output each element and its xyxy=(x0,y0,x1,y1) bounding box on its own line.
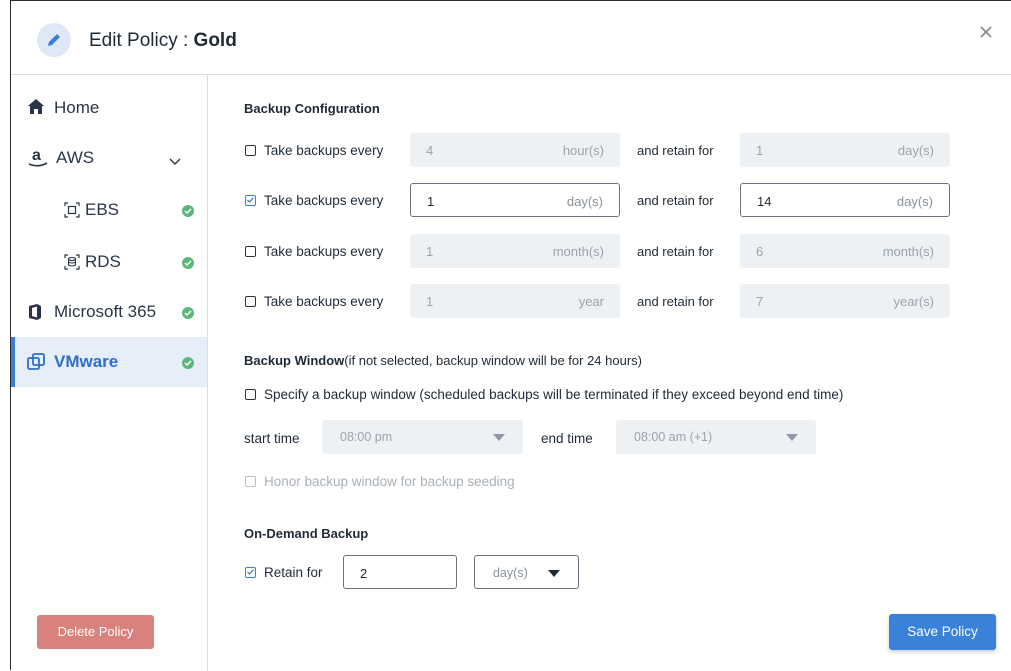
start-time-select[interactable]: 08:00 pm xyxy=(322,420,523,454)
sidebar-item-home[interactable]: Home xyxy=(11,83,207,133)
take-backups-label: Take backups every xyxy=(264,294,384,309)
check-circle-icon xyxy=(182,357,194,369)
policy-name: Gold xyxy=(193,30,237,51)
retain-for-label: Retain for xyxy=(264,565,323,580)
retain-label: and retain for xyxy=(637,193,714,208)
input-value: 6 xyxy=(756,244,764,259)
input-value: 14 xyxy=(757,194,772,209)
backup-yearly-checkbox[interactable] xyxy=(245,296,256,307)
take-backups-label: Take backups every xyxy=(264,143,384,158)
retain-label: and retain for xyxy=(637,294,714,309)
specify-window-checkbox[interactable] xyxy=(245,389,256,400)
caret-down-icon xyxy=(786,434,798,441)
on-demand-unit-select[interactable]: day(s) xyxy=(474,555,579,589)
input-unit: month(s) xyxy=(882,244,934,259)
honor-window-label: Honor backup window for backup seeding xyxy=(264,474,515,489)
backup-yearly-every-input[interactable]: 1 year xyxy=(410,284,620,318)
input-unit: year(s) xyxy=(893,294,934,309)
on-demand-backup-title: On-Demand Backup xyxy=(244,526,369,541)
sidebar-item-label: Home xyxy=(54,98,100,117)
input-value: 1 xyxy=(426,244,434,259)
ebs-volume-icon xyxy=(63,201,81,224)
backup-hourly-every-input[interactable]: 4 hour(s) xyxy=(410,133,620,167)
input-value: 7 xyxy=(756,294,764,309)
input-value: 1 xyxy=(427,194,435,209)
end-time-label: end time xyxy=(541,431,593,446)
retain-label: and retain for xyxy=(637,244,714,259)
office-logo-icon xyxy=(27,303,43,326)
input-value: 4 xyxy=(426,143,434,158)
take-backups-label: Take backups every xyxy=(264,193,384,208)
backup-hourly-retain-input[interactable]: 1 day(s) xyxy=(740,133,950,167)
dialog-title: Edit Policy : Gold xyxy=(89,30,237,52)
backup-configuration-title: Backup Configuration xyxy=(244,101,380,116)
select-value: 08:00 am (+1) xyxy=(634,430,713,444)
backup-daily-every-input[interactable]: 1 day(s) xyxy=(410,183,620,217)
input-unit: day(s) xyxy=(897,143,934,158)
title-prefix: Edit Policy : xyxy=(89,30,194,51)
vmware-icon xyxy=(27,353,45,376)
caret-down-icon xyxy=(493,434,505,441)
backup-monthly-retain-input[interactable]: 6 month(s) xyxy=(740,234,950,268)
sidebar-item-vmware[interactable]: VMware xyxy=(11,337,207,387)
backup-window-title: Backup Window(if not selected, backup wi… xyxy=(244,353,642,368)
backup-monthly-every-input[interactable]: 1 month(s) xyxy=(410,234,620,268)
retain-label: and retain for xyxy=(637,143,714,158)
specify-window-label: Specify a backup window (scheduled backu… xyxy=(264,387,844,402)
backup-window-heading: Backup Window xyxy=(244,353,345,368)
dialog-header: Edit Policy : Gold xyxy=(11,1,1011,75)
sidebar-item-label: RDS xyxy=(85,252,121,271)
select-value: 08:00 pm xyxy=(340,430,393,444)
svg-text:a: a xyxy=(32,147,41,164)
backup-daily-checkbox[interactable] xyxy=(245,195,256,206)
sidebar-item-label: VMware xyxy=(54,352,119,371)
sidebar-item-ebs[interactable]: EBS xyxy=(11,185,207,235)
edit-policy-dialog: Edit Policy : Gold Home a AWS EBS RDS Mi… xyxy=(10,0,1011,671)
input-unit: year xyxy=(578,294,604,309)
backup-hourly-checkbox[interactable] xyxy=(245,145,256,156)
home-icon xyxy=(27,98,45,120)
edit-pencil-icon xyxy=(37,23,71,57)
caret-down-icon xyxy=(548,570,560,577)
input-unit: month(s) xyxy=(552,244,604,259)
take-backups-label: Take backups every xyxy=(264,244,384,259)
close-icon[interactable] xyxy=(977,23,995,41)
sidebar: Home a AWS EBS RDS Microsoft 365 VMware … xyxy=(11,75,208,671)
backup-window-note: (if not selected, backup window will be … xyxy=(344,353,642,368)
sidebar-item-label: EBS xyxy=(85,200,120,219)
delete-policy-button[interactable]: Delete Policy xyxy=(37,615,154,649)
input-unit: hour(s) xyxy=(562,143,604,158)
rds-database-icon xyxy=(63,253,81,276)
check-circle-icon xyxy=(182,205,194,217)
sidebar-item-label: Microsoft 365 xyxy=(54,302,157,321)
sidebar-item-microsoft-365[interactable]: Microsoft 365 xyxy=(11,287,207,337)
honor-window-checkbox[interactable] xyxy=(245,476,256,487)
chevron-down-icon[interactable] xyxy=(169,153,181,171)
sidebar-item-label: AWS xyxy=(56,148,95,167)
start-time-label: start time xyxy=(244,431,300,446)
check-circle-icon xyxy=(182,307,194,319)
check-circle-icon xyxy=(182,257,194,269)
input-unit: day(s) xyxy=(896,194,933,209)
backup-yearly-retain-input[interactable]: 7 year(s) xyxy=(740,284,950,318)
input-unit: day(s) xyxy=(566,194,603,209)
input-value: 1 xyxy=(426,294,434,309)
amazon-logo-icon: a xyxy=(27,146,49,173)
backup-monthly-checkbox[interactable] xyxy=(245,246,256,257)
sidebar-item-aws[interactable]: a AWS xyxy=(11,133,207,183)
on-demand-retain-checkbox[interactable] xyxy=(245,567,256,578)
sidebar-item-rds[interactable]: RDS xyxy=(11,237,207,287)
backup-daily-retain-input[interactable]: 14 day(s) xyxy=(740,183,950,217)
policy-form: Backup Configuration Take backups every … xyxy=(209,75,1011,671)
save-policy-button[interactable]: Save Policy xyxy=(889,614,996,650)
input-value: 2 xyxy=(360,566,368,581)
on-demand-retain-input[interactable]: 2 xyxy=(343,555,457,589)
input-value: 1 xyxy=(756,143,764,158)
select-value: day(s) xyxy=(493,566,528,580)
end-time-select[interactable]: 08:00 am (+1) xyxy=(616,420,816,454)
